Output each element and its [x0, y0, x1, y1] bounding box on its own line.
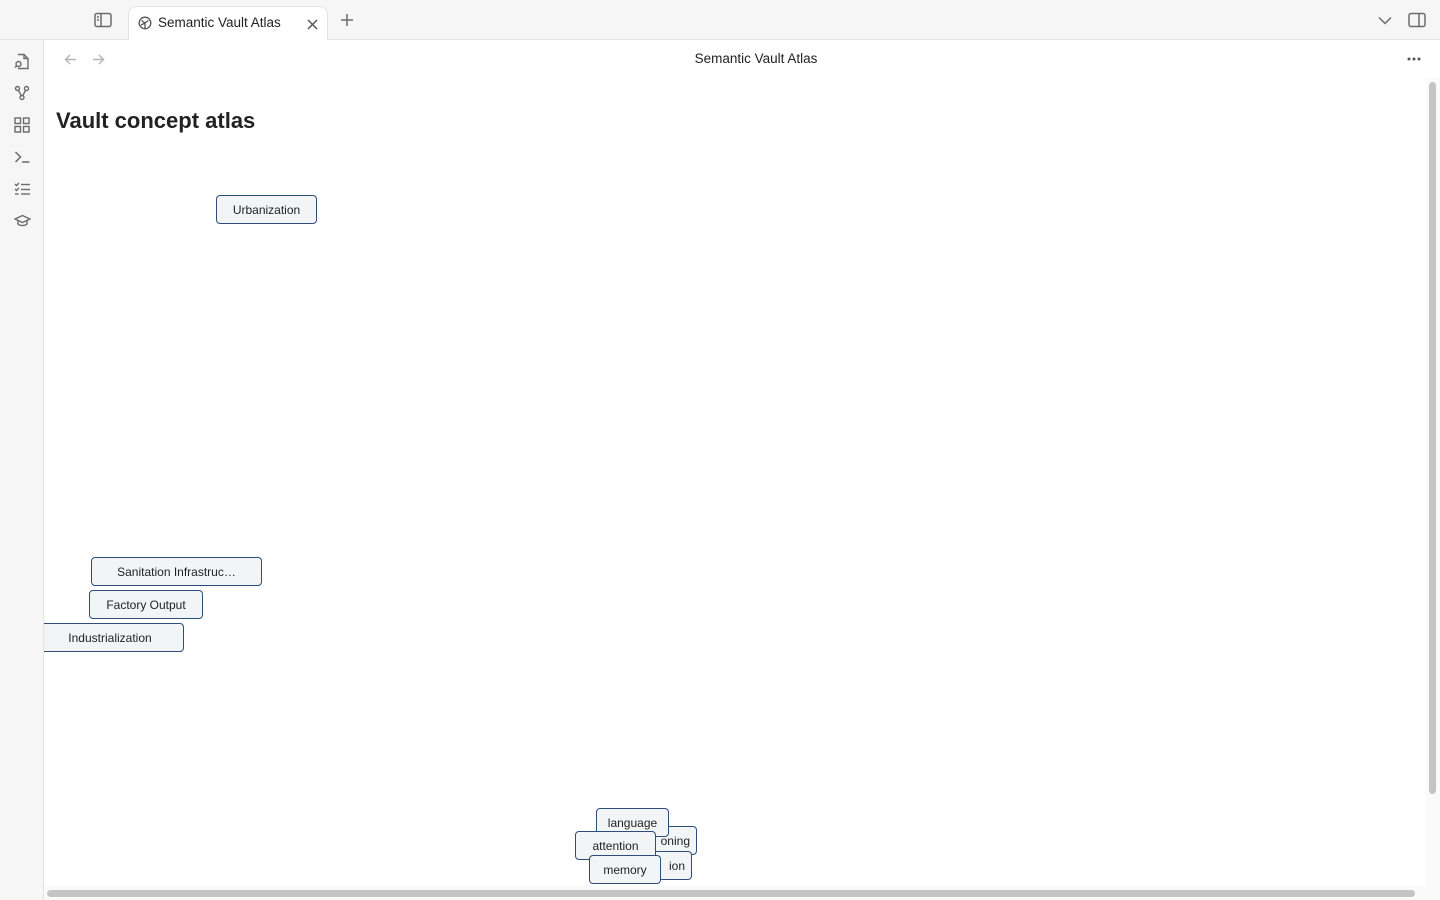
view-header: Semantic Vault Atlas: [44, 40, 1440, 78]
more-horizontal-icon[interactable]: [1402, 48, 1426, 70]
graph-icon: [138, 16, 152, 30]
tab-semantic-vault-atlas[interactable]: Semantic Vault Atlas: [128, 6, 328, 41]
node-factory-output[interactable]: Factory Output: [89, 590, 203, 619]
node-sanitation-infrastructure[interactable]: Sanitation Infrastruc…: [91, 557, 262, 586]
sidebar-left-icon[interactable]: [89, 6, 117, 34]
list-checks-icon[interactable]: [11, 178, 33, 200]
sidebar-right-icon[interactable]: [1403, 6, 1431, 34]
node-industrialization[interactable]: Industrialization: [44, 623, 184, 652]
vertical-scrollbar-thumb[interactable]: [1429, 82, 1436, 794]
arrow-left-icon[interactable]: [60, 49, 80, 69]
scrollbar-corner: [1426, 886, 1440, 900]
graduation-cap-icon[interactable]: [11, 210, 33, 232]
tab-title: Semantic Vault Atlas: [158, 15, 281, 30]
node-urbanization[interactable]: Urbanization: [216, 195, 317, 224]
file-search-icon[interactable]: [11, 50, 33, 72]
grid-icon[interactable]: [11, 114, 33, 136]
plus-icon[interactable]: [333, 6, 361, 34]
page-title: Vault concept atlas: [56, 108, 256, 133]
chevron-down-icon[interactable]: [1371, 6, 1399, 34]
tab-bar: Semantic Vault Atlas: [0, 0, 1440, 41]
terminal-icon[interactable]: [11, 146, 33, 168]
horizontal-scrollbar-thumb[interactable]: [47, 890, 1415, 897]
view-title: Semantic Vault Atlas: [694, 51, 818, 66]
atlas-canvas[interactable]: Vault concept atlas Urbanization Sanitat…: [44, 78, 1426, 886]
left-ribbon: [0, 40, 44, 900]
arrow-right-icon[interactable]: [88, 49, 108, 69]
vertical-scrollbar[interactable]: [1426, 78, 1440, 886]
graph-branch-icon[interactable]: [11, 82, 33, 104]
close-icon[interactable]: [303, 15, 321, 33]
horizontal-scrollbar[interactable]: [44, 886, 1426, 900]
node-memory[interactable]: memory: [589, 855, 661, 884]
